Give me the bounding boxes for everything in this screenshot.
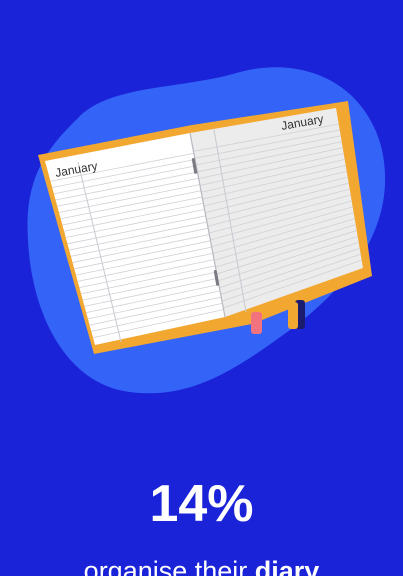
stat-caption-emphasis: diary [254, 556, 320, 576]
bookmark-orange [288, 302, 298, 329]
stat-caption: organise their diary [0, 554, 403, 576]
stat-value: 14% [149, 475, 254, 533]
bookmark-pink [251, 312, 262, 334]
stat-card: January January 14% organise their diary [0, 0, 403, 576]
stat-caption-text: organise their [83, 556, 255, 576]
diary-illustration: January January [0, 0, 403, 400]
